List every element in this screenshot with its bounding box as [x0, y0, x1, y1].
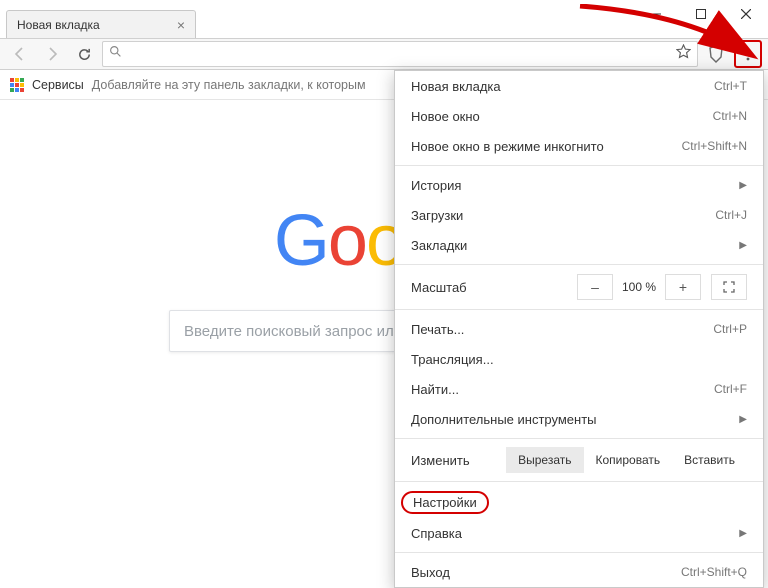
menu-settings[interactable]: Настройки — [395, 486, 763, 518]
menu-separator — [395, 552, 763, 553]
menu-incognito[interactable]: Новое окно в режиме инкогнито Ctrl+Shift+… — [395, 131, 763, 161]
menu-label: Настройки — [413, 495, 477, 510]
zoom-value: 100 % — [613, 280, 665, 294]
address-bar[interactable] — [102, 41, 698, 67]
zoom-label: Масштаб — [411, 280, 577, 295]
maximize-button[interactable] — [678, 0, 723, 28]
bookmarks-services-label[interactable]: Сервисы — [32, 78, 84, 92]
paste-button[interactable]: Вставить — [672, 447, 747, 473]
tab-title: Новая вкладка — [17, 18, 100, 32]
menu-bookmarks[interactable]: Закладки ▶ — [395, 230, 763, 260]
menu-downloads[interactable]: Загрузки Ctrl+J — [395, 200, 763, 230]
settings-highlight: Настройки — [401, 491, 489, 514]
reload-button[interactable] — [70, 40, 98, 68]
close-window-button[interactable] — [723, 0, 768, 28]
menu-shortcut: Ctrl+T — [714, 79, 747, 93]
menu-new-tab[interactable]: Новая вкладка Ctrl+T — [395, 71, 763, 101]
search-icon — [109, 45, 122, 63]
menu-label: Загрузки — [411, 208, 463, 223]
forward-button[interactable] — [38, 40, 66, 68]
menu-label: Печать... — [411, 322, 464, 337]
menu-shortcut: Ctrl+J — [715, 208, 747, 222]
menu-button[interactable] — [734, 40, 762, 68]
menu-label: Найти... — [411, 382, 459, 397]
menu-separator — [395, 438, 763, 439]
menu-history[interactable]: История ▶ — [395, 170, 763, 200]
window-controls — [633, 0, 768, 28]
logo-char: G — [274, 201, 328, 281]
menu-shortcut: Ctrl+Shift+Q — [681, 565, 747, 579]
zoom-in-button[interactable]: + — [665, 274, 701, 300]
menu-zoom: Масштаб – 100 % + — [395, 269, 763, 305]
chevron-right-icon: ▶ — [739, 414, 747, 425]
menu-separator — [395, 165, 763, 166]
toolbar — [0, 38, 768, 70]
main-menu: Новая вкладка Ctrl+T Новое окно Ctrl+N Нов… — [394, 70, 764, 588]
menu-separator — [395, 309, 763, 310]
cut-button[interactable]: Вырезать — [506, 447, 583, 473]
tab-active[interactable]: Новая вкладка × — [6, 10, 196, 38]
chevron-right-icon: ▶ — [739, 180, 747, 191]
menu-shortcut: Ctrl+N — [713, 109, 747, 123]
edit-label: Изменить — [411, 453, 506, 468]
menu-edit-row: Изменить Вырезать Копировать Вставить — [395, 443, 763, 477]
browser-window: Новая вкладка × Сервисы Добавляйте на эт… — [0, 0, 768, 506]
menu-separator — [395, 264, 763, 265]
back-button[interactable] — [6, 40, 34, 68]
bookmarks-hint: Добавляйте на эту панель закладки, к кот… — [92, 78, 366, 92]
menu-cast[interactable]: Трансляция... — [395, 344, 763, 374]
menu-help[interactable]: Справка ▶ — [395, 518, 763, 548]
shield-icon[interactable] — [702, 40, 730, 68]
menu-print[interactable]: Печать... Ctrl+P — [395, 314, 763, 344]
menu-label: История — [411, 178, 461, 193]
menu-label: Дополнительные инструменты — [411, 412, 597, 427]
chevron-right-icon: ▶ — [739, 528, 747, 539]
menu-label: Новая вкладка — [411, 79, 501, 94]
menu-label: Трансляция... — [411, 352, 494, 367]
logo-char: o — [328, 201, 366, 281]
bookmark-star-icon[interactable] — [676, 44, 691, 64]
menu-separator — [395, 481, 763, 482]
menu-exit[interactable]: Выход Ctrl+Shift+Q — [395, 557, 763, 587]
minimize-button[interactable] — [633, 0, 678, 28]
copy-button[interactable]: Копировать — [584, 447, 673, 473]
menu-new-window[interactable]: Новое окно Ctrl+N — [395, 101, 763, 131]
menu-shortcut: Ctrl+F — [714, 382, 747, 396]
close-tab-icon[interactable]: × — [177, 17, 185, 33]
menu-label: Выход — [411, 565, 450, 580]
url-input[interactable] — [128, 42, 676, 66]
menu-shortcut: Ctrl+P — [713, 322, 747, 336]
menu-more-tools[interactable]: Дополнительные инструменты ▶ — [395, 404, 763, 434]
apps-icon[interactable] — [10, 78, 24, 92]
zoom-out-button[interactable]: – — [577, 274, 613, 300]
menu-label: Новое окно — [411, 109, 480, 124]
menu-label: Справка — [411, 526, 462, 541]
menu-label: Новое окно в режиме инкогнито — [411, 139, 604, 154]
chevron-right-icon: ▶ — [739, 240, 747, 251]
fullscreen-button[interactable] — [711, 274, 747, 300]
menu-label: Закладки — [411, 238, 467, 253]
menu-find[interactable]: Найти... Ctrl+F — [395, 374, 763, 404]
menu-shortcut: Ctrl+Shift+N — [682, 139, 747, 153]
